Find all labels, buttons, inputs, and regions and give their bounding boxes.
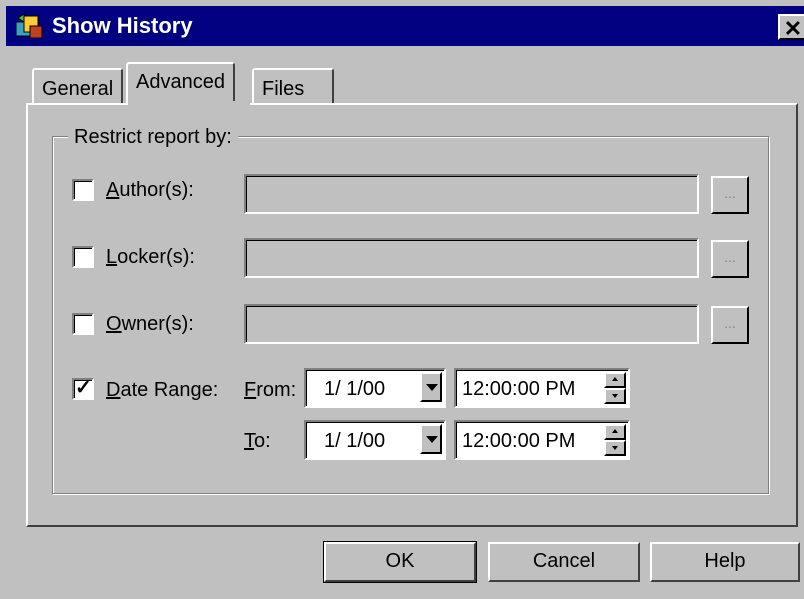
restrict-group-label: Restrict report by: bbox=[68, 124, 238, 150]
tab-files[interactable]: Files bbox=[252, 68, 334, 105]
tab-advanced-label: Advanced bbox=[136, 71, 225, 93]
active-tab-joiner bbox=[128, 101, 250, 107]
ok-button[interactable]: OK bbox=[323, 541, 477, 583]
cancel-button[interactable]: Cancel bbox=[488, 542, 640, 582]
close-button[interactable]: ✕ bbox=[778, 14, 804, 41]
help-button[interactable]: Help bbox=[650, 542, 800, 582]
title-bar: Show History ✕ bbox=[6, 6, 804, 46]
close-icon: ✕ bbox=[783, 16, 803, 41]
show-history-dialog: Show History ✕ General Advanced Files Re… bbox=[0, 0, 804, 599]
tab-advanced[interactable]: Advanced bbox=[126, 62, 235, 105]
window-title: Show History bbox=[52, 13, 193, 38]
history-app-icon bbox=[15, 13, 43, 39]
advanced-tab-panel bbox=[26, 103, 798, 527]
tab-general[interactable]: General bbox=[32, 68, 124, 105]
